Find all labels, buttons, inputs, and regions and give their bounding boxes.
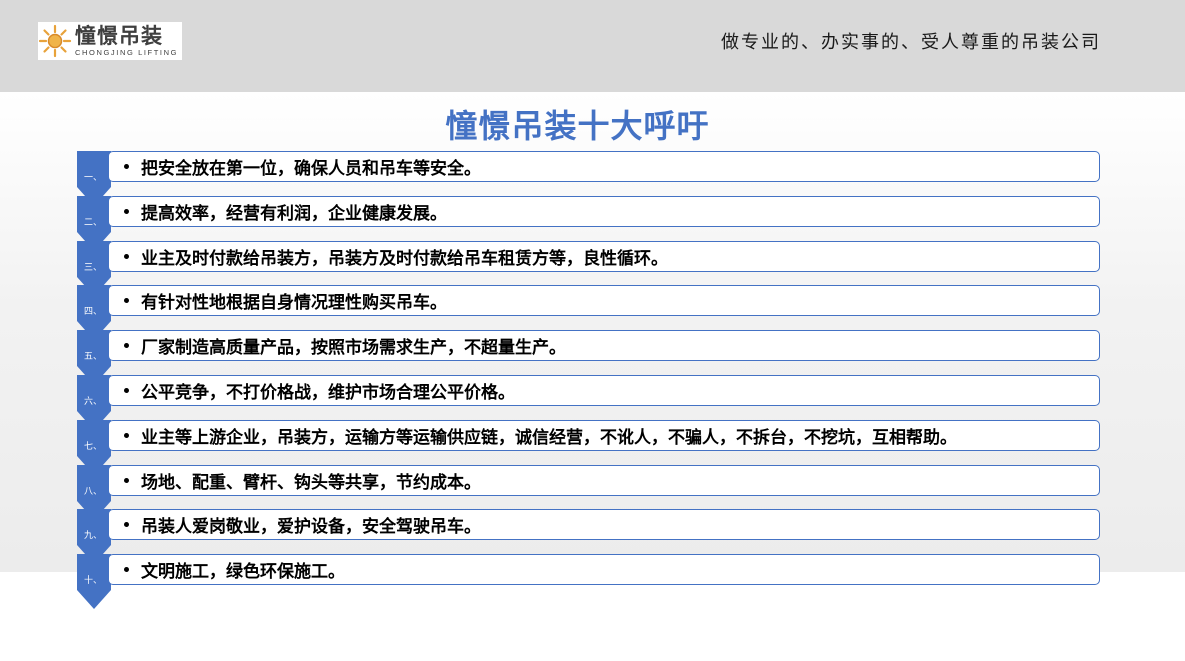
item-text: 场地、配重、臂杆、钩头等共享，节约成本。 — [141, 472, 481, 493]
item-text: 公平竞争，不打价格战，维护市场合理公平价格。 — [141, 383, 515, 403]
item-box: 把安全放在第一位，确保人员和吊车等安全。 — [108, 151, 1100, 182]
bullet-icon — [124, 164, 129, 169]
item-text: 吊装人爱岗敬业，爱护设备，安全驾驶吊车。 — [141, 517, 481, 538]
item-box: 提高效率，经营有利润，企业健康发展。 — [108, 195, 1100, 227]
item-number: 三、 — [83, 262, 102, 273]
item-number: 八、 — [83, 486, 102, 497]
bullet-icon — [124, 208, 129, 214]
appeal-item: 九、 吊装人爱岗敬业，爱护设备，安全驾驶吊车。 — [0, 509, 1185, 565]
appeal-item: 八、 场地、配重、臂杆、钩头等共享，节约成本。 — [0, 464, 1185, 520]
bullet-icon — [124, 388, 129, 393]
item-number: 七、 — [83, 441, 102, 452]
page-title: 憧憬吊装十大呼吁 — [445, 107, 710, 145]
bullet-icon — [124, 432, 129, 438]
item-number: 四、 — [83, 307, 102, 318]
bullet-icon — [124, 343, 129, 349]
item-number: 五、 — [83, 352, 102, 363]
appeal-item: 五、 厂家制造高质量产品，按照市场需求生产，不超量生产。 — [0, 330, 1185, 386]
appeal-item: 三、 业主及时付款给吊装方，吊装方及时付款给吊车租赁方等，良性循环。 — [0, 240, 1185, 296]
appeal-item: 十、 文明施工，绿色环保施工。 — [0, 554, 1185, 610]
appeal-item: 七、 业主等上游企业，吊装方，运输方等运输供应链，诚信经营，不讹人，不骗人，不拆台… — [0, 419, 1185, 475]
item-box: 厂家制造高质量产品，按照市场需求生产，不超量生产。 — [108, 330, 1100, 362]
item-number: 九、 — [83, 531, 102, 542]
item-box: 有针对性地根据自身情况理性购买吊车。 — [108, 285, 1100, 317]
sun-logo-icon — [38, 24, 72, 58]
bullet-icon — [124, 522, 129, 528]
item-box: 公平竞争，不打价格战，维护市场合理公平价格。 — [108, 375, 1100, 406]
item-box: 文明施工，绿色环保施工。 — [108, 554, 1100, 586]
item-text: 把安全放在第一位，确保人员和吊车等安全。 — [141, 159, 481, 179]
bullet-icon — [124, 298, 129, 304]
item-box: 业主及时付款给吊装方，吊装方及时付款给吊车租赁方等，良性循环。 — [108, 240, 1100, 272]
item-text: 有针对性地根据自身情况理性购买吊车。 — [141, 293, 447, 314]
logo-chinese-name: 憧憬吊装 — [75, 24, 163, 48]
company-slogan: 做专业的、办实事的、受人尊重的吊装公司 — [721, 32, 1101, 53]
item-box: 吊装人爱岗敬业，爱护设备，安全驾驶吊车。 — [108, 509, 1100, 541]
item-text: 业主及时付款给吊装方，吊装方及时付款给吊车租赁方等，良性循环。 — [141, 248, 668, 269]
appeal-item: 一、 把安全放在第一位，确保人员和吊车等安全。 — [0, 151, 1185, 206]
bullet-icon — [124, 253, 129, 259]
bullet-icon — [124, 567, 129, 573]
item-text: 文明施工，绿色环保施工。 — [141, 562, 345, 583]
item-number: 一、 — [83, 173, 102, 183]
logo-english-name: CHONGJING LIFTING — [75, 48, 179, 57]
appeal-item: 六、 公平竞争，不打价格战，维护市场合理公平价格。 — [0, 375, 1185, 430]
item-box: 场地、配重、臂杆、钩头等共享，节约成本。 — [108, 464, 1100, 496]
item-text: 厂家制造高质量产品，按照市场需求生产，不超量生产。 — [141, 338, 566, 359]
item-number: 二、 — [83, 217, 102, 228]
item-text: 业主等上游企业，吊装方，运输方等运输供应链，诚信经营，不讹人，不骗人，不拆台，不… — [141, 427, 957, 448]
item-number: 六、 — [83, 397, 102, 407]
item-box: 业主等上游企业，吊装方，运输方等运输供应链，诚信经营，不讹人，不骗人，不拆台，不… — [108, 419, 1100, 451]
item-text: 提高效率，经营有利润，企业健康发展。 — [141, 203, 447, 224]
bullet-icon — [124, 477, 129, 483]
appeal-item: 四、 有针对性地根据自身情况理性购买吊车。 — [0, 285, 1185, 341]
item-number: 十、 — [83, 576, 102, 587]
appeal-item: 二、 提高效率，经营有利润，企业健康发展。 — [0, 195, 1185, 251]
company-logo: 憧憬吊装 CHONGJING LIFTING — [38, 22, 182, 60]
